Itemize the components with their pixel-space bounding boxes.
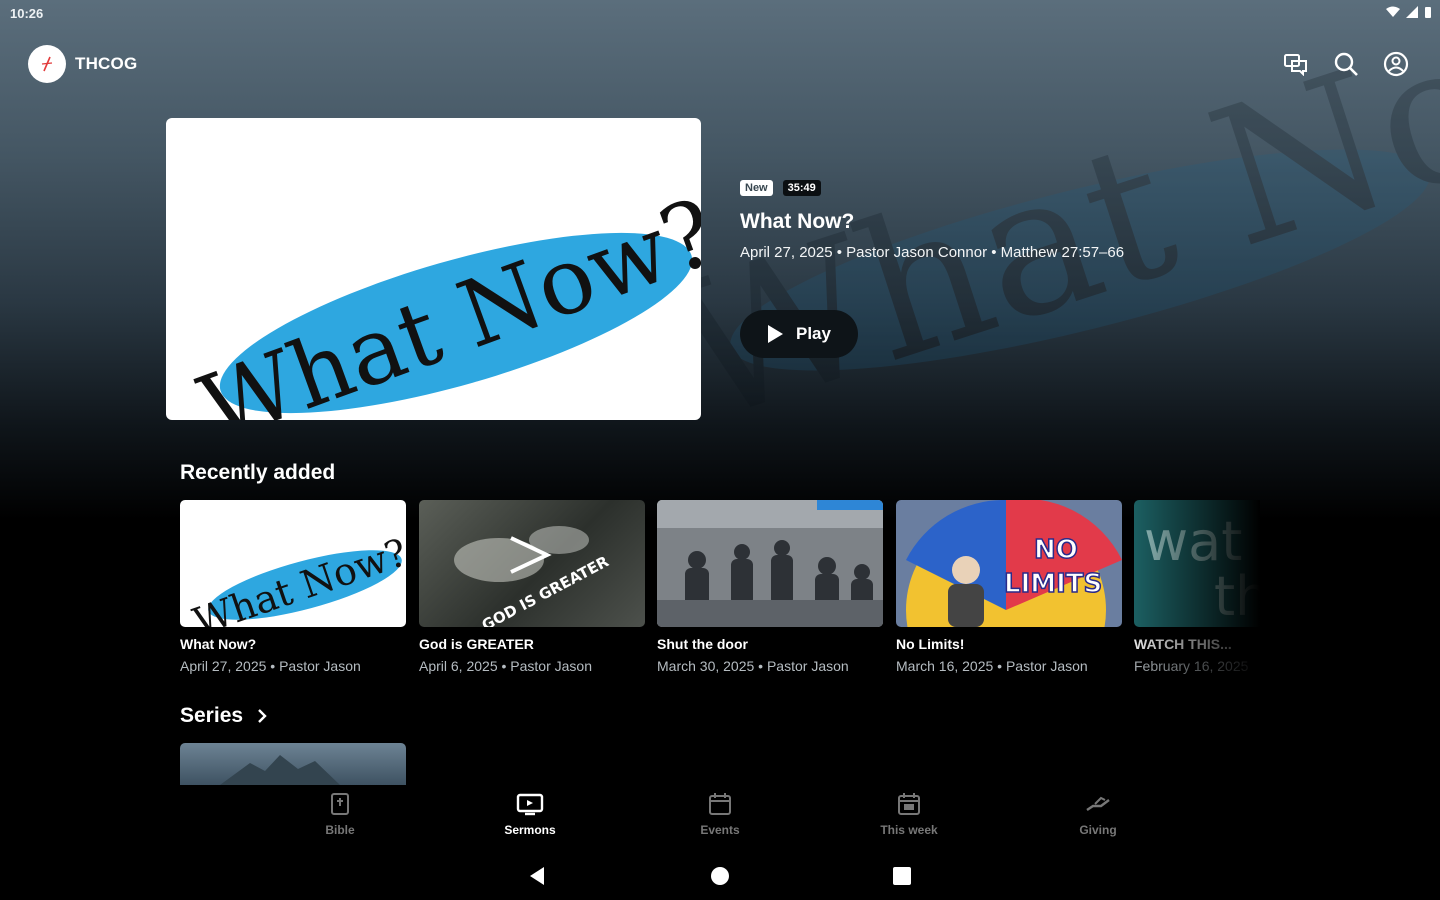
nav-label: Sermons (504, 823, 556, 837)
hero-artwork-graphic: What Now? (187, 178, 701, 420)
series-card[interactable] (180, 743, 406, 785)
status-time: 10:26 (10, 6, 44, 21)
system-navigation-bar (0, 850, 1440, 900)
series-thumbnail (220, 755, 340, 785)
calendar-icon (709, 793, 731, 815)
card-meta: March 30, 2025 • Pastor Jason (657, 658, 849, 674)
logo-icon (41, 56, 53, 72)
sermon-thumbnail: NO LIMITS (896, 500, 1122, 627)
thumb-art-text: What Now? (188, 530, 406, 627)
nav-label: Giving (1079, 823, 1117, 837)
status-icons (1386, 6, 1432, 18)
thumb-art-text: NO (1034, 535, 1078, 565)
chevron-right-icon (258, 709, 267, 723)
play-button[interactable]: Play (740, 310, 858, 358)
new-badge: New (740, 180, 773, 196)
sermon-card[interactable]: wat th WATCH THIS... February 16, 2025 (1134, 500, 1260, 674)
status-bar: 10:26 (0, 0, 1440, 28)
home-circle-icon (711, 867, 729, 885)
nav-label: Events (700, 823, 740, 837)
sermon-card[interactable]: What Now? What Now? April 27, 2025 • Pas… (180, 500, 406, 674)
signal-icon (1406, 6, 1418, 18)
calendar-week-icon (898, 793, 920, 815)
bottom-navigation: Bible Sermons Events This week Giving (0, 788, 1440, 846)
system-recents-button[interactable] (890, 864, 914, 888)
recently-added-heading: Recently added (180, 461, 336, 484)
nav-sermons[interactable]: Sermons (470, 792, 590, 837)
series-heading-link[interactable]: Series (180, 704, 267, 728)
card-title: No Limits! (896, 636, 965, 652)
card-title: What Now? (180, 636, 257, 652)
chat-icon (1284, 54, 1307, 76)
wifi-icon (1386, 6, 1400, 17)
card-title: WATCH THIS... (1134, 636, 1232, 652)
nav-bible[interactable]: Bible (280, 792, 400, 837)
thumb-art-text: wat (1144, 510, 1242, 573)
chat-button[interactable] (1282, 50, 1310, 78)
series-heading: Series (180, 704, 244, 727)
nav-giving[interactable]: Giving (1038, 792, 1158, 837)
hero-title: What Now? (740, 210, 855, 233)
hero-artwork[interactable]: What Now? (166, 118, 701, 420)
card-meta: February 16, 2025 (1134, 658, 1249, 674)
church-logo[interactable] (28, 45, 66, 83)
play-icon (768, 325, 783, 343)
recently-added-rail[interactable]: What Now? What Now? April 27, 2025 • Pas… (180, 500, 1260, 680)
card-meta: April 27, 2025 • Pastor Jason (180, 658, 361, 674)
sermon-thumbnail: GOD IS GREATER (419, 500, 645, 627)
system-back-button[interactable] (526, 864, 550, 888)
recents-square-icon (893, 867, 911, 885)
hero-info: New 35:49 What Now? April 27, 2025 • Pas… (740, 180, 1340, 358)
sermon-thumbnail: wat th (1134, 500, 1260, 627)
nav-label: Bible (325, 823, 355, 837)
duration-badge: 35:49 (782, 180, 821, 196)
search-button[interactable] (1332, 50, 1360, 78)
account-button[interactable] (1382, 50, 1410, 78)
bible-icon (331, 793, 349, 815)
sermon-card[interactable]: Shut the door March 30, 2025 • Pastor Ja… (657, 500, 883, 674)
system-home-button[interactable] (708, 864, 732, 888)
account-circle-icon (1383, 51, 1409, 77)
play-label: Play (796, 324, 831, 343)
sermon-card[interactable]: GOD IS GREATER God is GREATER April 6, 2… (419, 500, 645, 674)
sermon-thumbnail: What Now? (180, 500, 406, 627)
card-title: God is GREATER (419, 636, 534, 652)
giving-hand-icon (1086, 796, 1110, 811)
battery-icon (1425, 7, 1431, 18)
app-brand-name: THCOG (75, 54, 138, 73)
thumb-art-text: th (1214, 565, 1260, 627)
sermon-thumbnail (657, 500, 883, 627)
sermon-card[interactable]: NO LIMITS No Limits! March 16, 2025 • Pa… (896, 500, 1122, 674)
nav-this-week[interactable]: This week (849, 792, 969, 837)
app-bar: THCOG (0, 40, 1440, 88)
back-triangle-icon (530, 867, 544, 885)
nav-label: This week (880, 823, 938, 837)
card-meta: April 6, 2025 • Pastor Jason (419, 658, 592, 674)
thumb-art-text: LIMITS (1004, 569, 1102, 599)
sermons-tv-icon (516, 793, 544, 816)
hero-meta: April 27, 2025 • Pastor Jason Connor • M… (740, 244, 1125, 261)
nav-events[interactable]: Events (660, 792, 780, 837)
card-meta: March 16, 2025 • Pastor Jason (896, 658, 1088, 674)
card-title: Shut the door (657, 636, 748, 652)
search-icon (1334, 52, 1358, 76)
